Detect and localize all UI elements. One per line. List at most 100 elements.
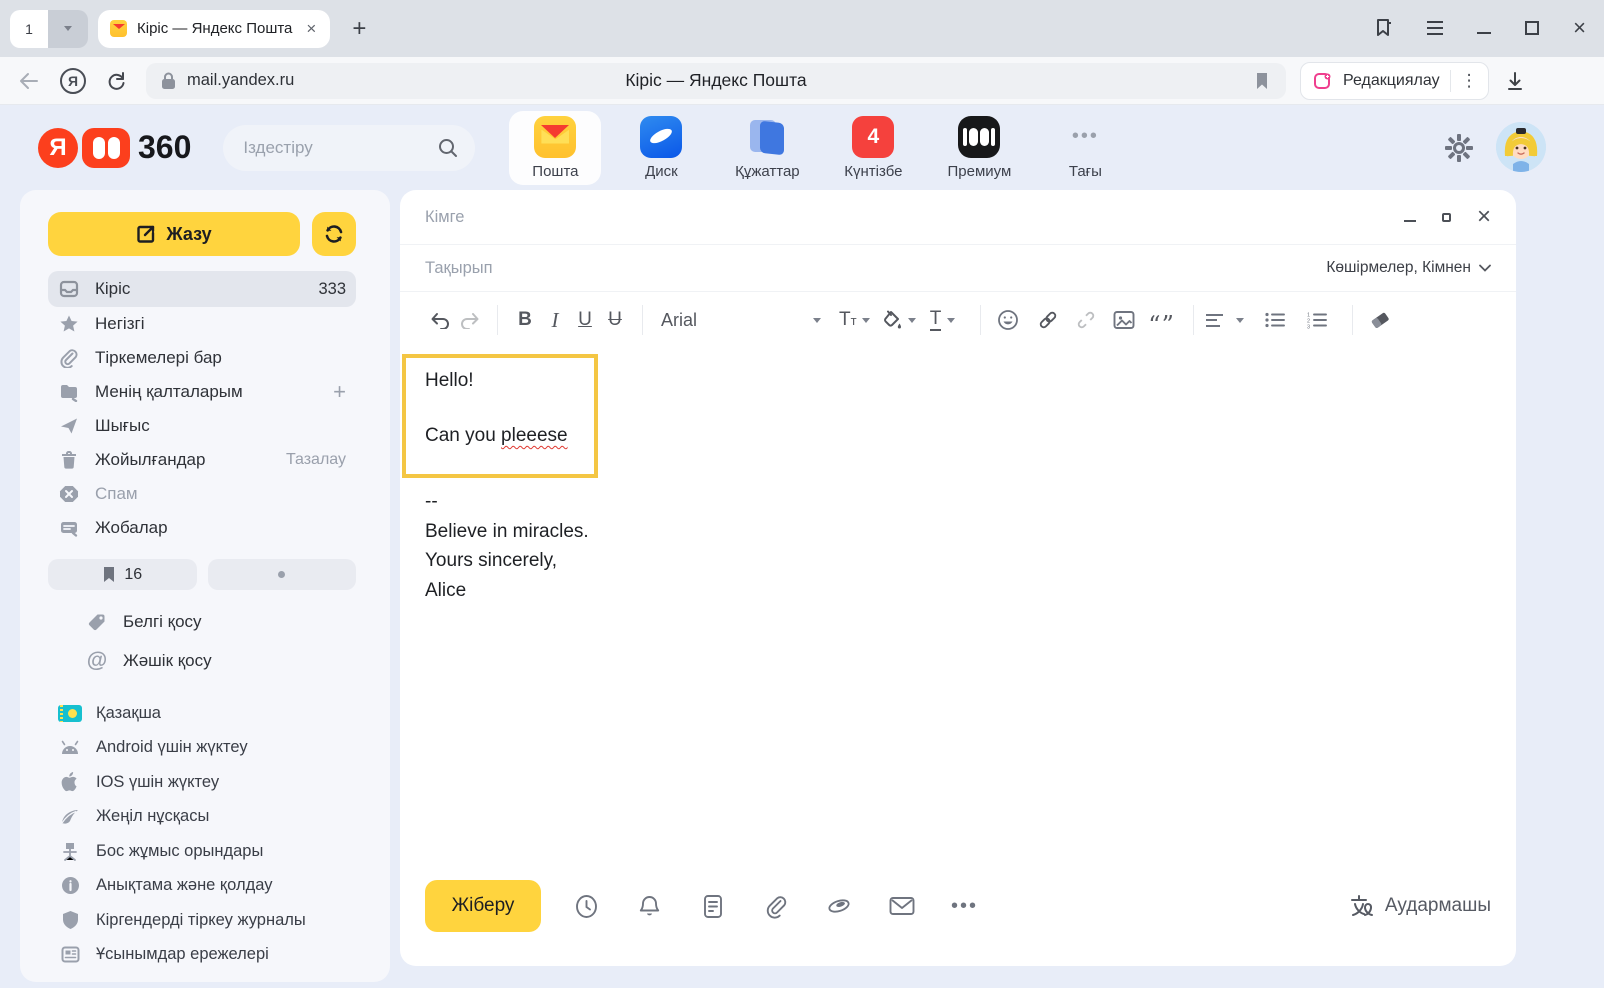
- highlight-color-select[interactable]: [882, 304, 916, 336]
- dot-icon: [278, 571, 285, 578]
- emoji-icon[interactable]: [993, 304, 1023, 336]
- cc-from-toggle[interactable]: Көшірмелер, Кімнен: [1326, 259, 1491, 277]
- settings-gear-icon[interactable]: [1444, 133, 1474, 163]
- sidebar-item-sent[interactable]: Шығыс: [48, 409, 356, 443]
- template-note-icon[interactable]: [681, 894, 744, 919]
- back-icon[interactable]: [14, 72, 44, 90]
- undo-icon[interactable]: [425, 304, 455, 336]
- add-label-item[interactable]: Белгі қосу: [48, 602, 356, 641]
- app-calendar[interactable]: 4 Күнтізбе: [827, 111, 919, 185]
- disk-app-icon: [640, 116, 682, 158]
- font-size-select[interactable]: Tт: [839, 304, 870, 336]
- italic-icon[interactable]: I: [540, 304, 570, 336]
- yandex-360-logo[interactable]: Я 360: [38, 128, 191, 168]
- downloads-icon[interactable]: [1505, 71, 1525, 91]
- app-premium[interactable]: Премиум: [933, 111, 1025, 185]
- window-minimize-button[interactable]: [1477, 32, 1491, 34]
- unlink-icon[interactable]: [1071, 304, 1101, 336]
- align-select[interactable]: [1206, 304, 1244, 336]
- sidebar-item-primary[interactable]: Негізгі: [48, 307, 356, 341]
- login-journal-item[interactable]: Кіргендерді тіркеу журналы: [48, 903, 356, 938]
- redo-icon[interactable]: [455, 304, 485, 336]
- svg-text:3: 3: [1307, 325, 1310, 330]
- schedule-clock-icon[interactable]: [555, 894, 618, 919]
- text-color-select[interactable]: T: [928, 304, 958, 336]
- sidebar-item-trash[interactable]: Жойылғандар Тазалау: [48, 443, 356, 477]
- reminder-bell-icon[interactable]: [618, 894, 681, 919]
- tab-group-count[interactable]: 1: [10, 10, 48, 48]
- sidebar-item-my-folders[interactable]: Менің қалталарым +: [48, 375, 356, 409]
- user-avatar[interactable]: [1496, 122, 1546, 172]
- app-docs[interactable]: Құжаттар: [721, 111, 813, 185]
- shield-icon: [58, 910, 82, 930]
- compose-restore-button[interactable]: [1442, 213, 1451, 222]
- tab-close-icon[interactable]: ×: [306, 19, 316, 39]
- app-more[interactable]: ••• Тағы: [1039, 111, 1131, 185]
- bold-icon[interactable]: B: [510, 304, 540, 336]
- recommendation-rules-item[interactable]: Ұсынымдар ережелері: [48, 938, 356, 973]
- bookmark-icon[interactable]: [1254, 71, 1270, 91]
- add-folder-icon[interactable]: +: [333, 381, 346, 403]
- bullet-list-icon[interactable]: [1260, 304, 1290, 336]
- underline-icon[interactable]: U: [570, 304, 600, 336]
- compose-minimize-button[interactable]: [1404, 220, 1416, 222]
- to-field[interactable]: Кімге ×: [400, 190, 1516, 245]
- active-tab[interactable]: Кіріс — Яндекс Пошта ×: [98, 10, 330, 48]
- yandex-browser-icon[interactable]: Я: [58, 68, 88, 94]
- search-placeholder: Іздестіру: [243, 138, 437, 158]
- window-close-button[interactable]: ×: [1573, 17, 1586, 39]
- reload-icon[interactable]: [102, 71, 132, 91]
- attach-paperclip-icon[interactable]: [744, 894, 807, 919]
- insert-image-icon[interactable]: [1109, 304, 1139, 336]
- app-mail[interactable]: Пошта: [509, 111, 601, 185]
- clear-trash-link[interactable]: Тазалау: [286, 451, 346, 469]
- eraser-icon[interactable]: [1365, 304, 1395, 336]
- bookmark-counter-pill[interactable]: 16: [48, 559, 197, 590]
- search-icon[interactable]: [437, 137, 459, 159]
- message-body[interactable]: Hello! Can you pleeese -- Believe in mir…: [400, 348, 1516, 605]
- refresh-button[interactable]: [312, 212, 356, 256]
- numbered-list-icon[interactable]: 123: [1302, 304, 1332, 336]
- misspelled-word[interactable]: pleeese: [501, 425, 568, 446]
- vacancies-item[interactable]: Бос жұмыс орындары: [48, 834, 356, 869]
- envelope-icon[interactable]: [870, 896, 933, 916]
- highlighted-selection-box: Hello! Can you pleeese: [402, 354, 598, 478]
- ios-download-item[interactable]: IOS үшін жүктеу: [48, 765, 356, 800]
- add-mailbox-item[interactable]: @ Жәшік қосу: [48, 641, 356, 680]
- tab-group-control[interactable]: 1: [10, 10, 88, 48]
- app-disk[interactable]: Диск: [615, 111, 707, 185]
- compose-button[interactable]: Жазу: [48, 212, 300, 256]
- menu-icon[interactable]: [1427, 21, 1443, 35]
- align-icon: [1206, 314, 1223, 327]
- sidebar-item-with-attachments[interactable]: Тіркемелері бар: [48, 341, 356, 375]
- panels-icon[interactable]: [1375, 18, 1393, 38]
- strikethrough-icon[interactable]: U: [600, 304, 630, 336]
- sidebar-item-inbox[interactable]: Кіріс 333: [48, 271, 356, 307]
- subject-field[interactable]: Тақырып Көшірмелер, Кімнен: [400, 245, 1516, 292]
- android-download-item[interactable]: Android үшін жүктеу: [48, 731, 356, 766]
- yandex-disk-icon[interactable]: [807, 894, 870, 918]
- sidebar-item-spam[interactable]: Спам: [48, 477, 356, 511]
- translator-button[interactable]: Аудармашы: [1348, 893, 1491, 919]
- sidebar-item-drafts[interactable]: Жобалар: [48, 511, 356, 545]
- subject-placeholder: Тақырып: [425, 259, 493, 278]
- address-field[interactable]: mail.yandex.ru Кіріс — Яндекс Пошта: [146, 63, 1286, 99]
- tab-group-chevron-icon[interactable]: [48, 10, 88, 48]
- signature-line: Believe in miracles.: [425, 517, 1491, 547]
- edit-page-button[interactable]: Редакциялау ⋮: [1300, 62, 1489, 100]
- blockquote-icon[interactable]: “”: [1147, 309, 1177, 341]
- help-support-item[interactable]: Анықтама және қолдау: [48, 869, 356, 904]
- search-input[interactable]: Іздестіру: [223, 125, 475, 171]
- edit-kebab-icon[interactable]: ⋮: [1461, 72, 1478, 89]
- translate-icon: [1348, 893, 1375, 919]
- window-maximize-button[interactable]: [1525, 21, 1539, 35]
- language-item[interactable]: Қазақша: [48, 696, 356, 731]
- link-icon[interactable]: [1033, 304, 1063, 336]
- new-tab-button[interactable]: +: [342, 12, 376, 46]
- more-options-icon[interactable]: •••: [933, 895, 996, 918]
- send-button[interactable]: Жіберу: [425, 880, 541, 932]
- light-version-item[interactable]: Жеңіл нұсқасы: [48, 800, 356, 835]
- dot-pill[interactable]: [208, 559, 357, 590]
- font-family-select[interactable]: Arial: [661, 310, 821, 331]
- compose-close-button[interactable]: ×: [1477, 205, 1491, 229]
